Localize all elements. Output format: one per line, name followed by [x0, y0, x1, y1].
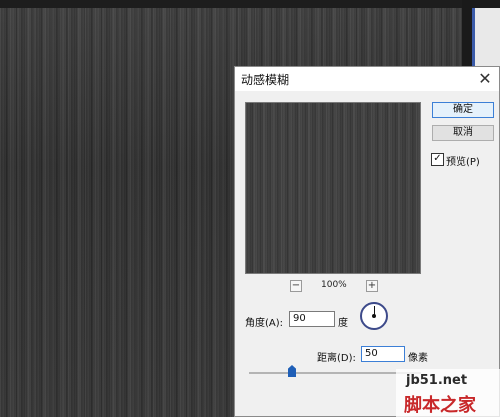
zoom-level: 100% — [321, 280, 347, 290]
zoom-out-button[interactable]: − — [290, 280, 302, 292]
blur-preview[interactable] — [245, 102, 421, 274]
distance-input[interactable]: 50 — [361, 346, 405, 362]
angle-dial-center — [372, 314, 376, 318]
close-icon[interactable]: ✕ — [475, 69, 495, 89]
distance-slider-thumb[interactable] — [288, 365, 296, 377]
site-watermark: jb51.net 脚本之家 — [396, 369, 500, 417]
angle-input[interactable]: 90 — [289, 311, 335, 327]
watermark-url: jb51.net — [406, 373, 468, 388]
distance-unit: 像素 — [408, 353, 428, 364]
cancel-button[interactable]: 取消 — [432, 125, 494, 141]
angle-label: 角度(A): — [245, 318, 284, 329]
ok-button[interactable]: 确定 — [432, 102, 494, 118]
preview-label: 预览(P) — [446, 157, 480, 168]
dialog-title: 动感模糊 — [241, 73, 290, 87]
angle-dial[interactable] — [360, 302, 388, 330]
watermark-name: 脚本之家 — [404, 395, 476, 416]
zoom-in-button[interactable]: + — [366, 280, 378, 292]
distance-label: 距离(D): — [317, 353, 356, 364]
canvas-top-bar — [0, 0, 462, 8]
dialog-titlebar[interactable]: 动感模糊 ✕ — [235, 67, 499, 91]
preview-checkbox[interactable]: ✓ — [431, 153, 444, 166]
angle-unit: 度 — [338, 318, 348, 329]
motion-blur-dialog: 动感模糊 ✕ − 100% + 确定 取消 ✓ 预览(P) 角度(A): 90 … — [234, 66, 500, 417]
